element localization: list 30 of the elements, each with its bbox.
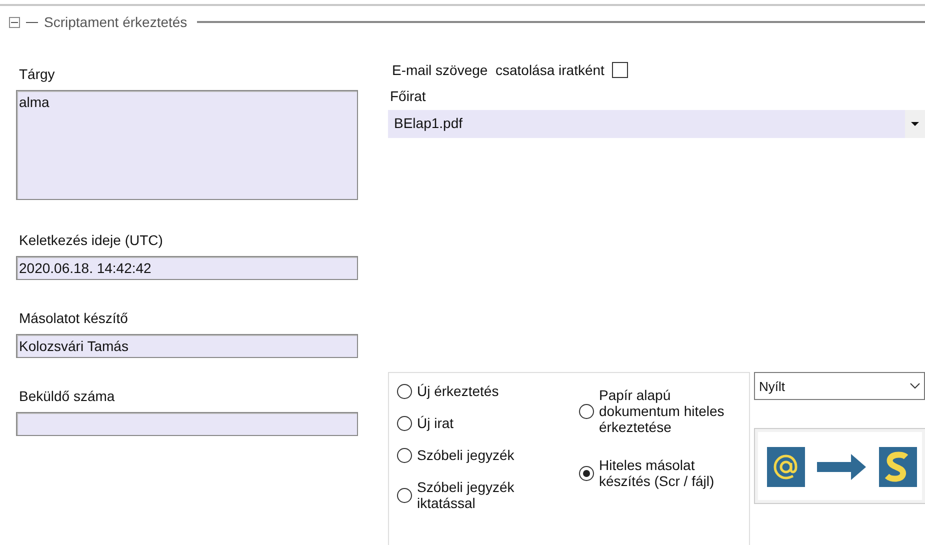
radio-label: Szóbeli jegyzék — [417, 447, 516, 463]
checkbox-label: E-mail szövege csatolása iratként — [392, 62, 604, 78]
document-combo[interactable]: BElap1.pdf — [388, 110, 905, 138]
input-field[interactable]: Kolozsvári Tamás — [16, 334, 358, 358]
input-field[interactable]: alma — [16, 90, 358, 200]
field-label: Másolatot készítő — [19, 310, 129, 326]
chevron-icon — [910, 383, 920, 389]
input-field[interactable] — [16, 412, 358, 436]
section-title: Scriptament érkeztetés — [44, 14, 188, 30]
radio-button[interactable] — [397, 384, 412, 398]
field-label: Főirat — [390, 88, 427, 104]
field-label: Tárgy — [19, 66, 56, 82]
input-field[interactable]: 2020.06.18. 14:42:42 — [16, 256, 358, 280]
radio-button[interactable] — [579, 404, 594, 418]
collapse-toggle[interactable] — [9, 16, 20, 28]
radio-label: Papír alapú dokumentum hiteles érkeztetése — [599, 387, 726, 435]
attach-checkbox[interactable] — [612, 62, 628, 78]
radio-button[interactable] — [579, 466, 594, 480]
access-select[interactable]: Nyílt — [754, 372, 925, 400]
field-label: Beküldő száma — [19, 388, 116, 404]
radio-label: Szóbeli jegyzék iktatással — [417, 479, 516, 511]
radio-button[interactable] — [397, 416, 412, 430]
dropdown-button[interactable] — [905, 110, 925, 138]
radio-button[interactable] — [397, 488, 412, 502]
field-label: Keletkezés ideje (UTC) — [19, 232, 164, 248]
caret-icon — [911, 122, 919, 126]
radio-label: Új érkeztetés — [417, 383, 500, 399]
radio-label: Hiteles másolat készítés (Scr / fájl) — [599, 457, 716, 489]
radio-button[interactable] — [397, 448, 412, 462]
radio-label: Új irat — [417, 415, 455, 431]
